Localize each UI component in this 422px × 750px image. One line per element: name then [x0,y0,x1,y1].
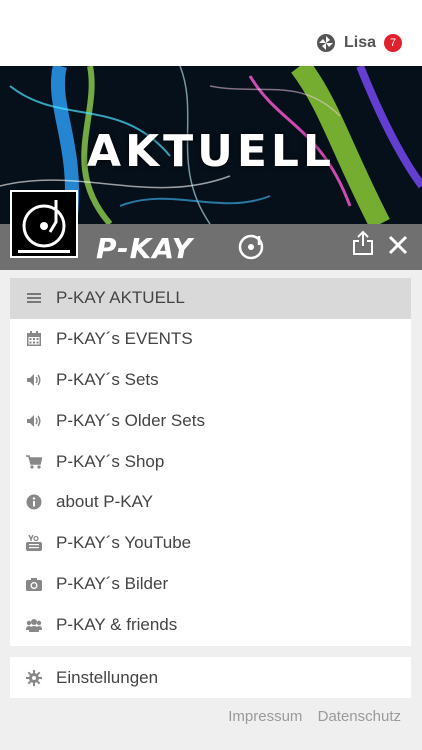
speaker-icon [26,372,42,388]
menu-item-events[interactable]: P-KAY´s EVENTS [10,319,411,360]
menu-item-about[interactable]: about P-KAY [10,482,411,523]
footer-links: Impressum Datenschutz [217,708,401,725]
info-icon [26,494,42,510]
hero-title: AKTUELL [86,126,336,177]
menu-item-label: P-KAY´s EVENTS [56,329,193,349]
group-icon [26,617,42,633]
menu-item-label: P-KAY´s Sets [56,369,159,389]
menu-item-friends[interactable]: P-KAY & friends [10,604,411,645]
brand-mark-icon [238,234,264,260]
brand-name: P-KAY [96,232,194,265]
menu-item-older-sets[interactable]: P-KAY´s Older Sets [10,400,411,441]
menu-item-label: about P-KAY [56,492,154,512]
camera-icon [26,576,42,592]
menu-item-label: P-KAY´s YouTube [56,533,192,553]
datenschutz-link[interactable]: Datenschutz [318,708,401,725]
user-menu[interactable]: Lisa 7 [316,33,402,53]
menu-item-label: P-KAY´s Older Sets [56,410,205,430]
swirl-logo-icon [316,34,335,52]
side-menu: P-KAY AKTUELL P-KAY´s EVENTS P-KAY´s Set… [10,278,411,646]
speaker-icon [26,413,42,429]
turntable-logo-icon [10,190,78,258]
user-name[interactable]: Lisa [344,34,376,52]
top-bar: Lisa 7 [0,0,422,66]
youtube-icon [26,535,42,552]
menu-item-shop[interactable]: P-KAY´s Shop [10,441,411,482]
impressum-link[interactable]: Impressum [228,708,302,725]
menu-item-label: P-KAY AKTUELL [56,288,185,308]
menu-item-sets[interactable]: P-KAY´s Sets [10,360,411,401]
menu-item-label: P-KAY´s Shop [56,451,165,471]
menu-item-label: P-KAY & friends [56,614,178,634]
close-icon[interactable] [388,235,408,255]
gear-icon [26,669,42,686]
settings-label: Einstellungen [56,667,159,687]
menu-item-youtube[interactable]: P-KAY´s YouTube [10,523,411,564]
menu-lines-icon [26,290,42,306]
menu-item-label: P-KAY´s Bilder [56,573,169,593]
menu-item-aktuell[interactable]: P-KAY AKTUELL [10,278,411,319]
notification-badge[interactable]: 7 [384,34,402,52]
cart-icon [26,454,42,470]
share-icon[interactable] [352,230,374,256]
settings-item[interactable]: Einstellungen [10,657,411,698]
menu-item-bilder[interactable]: P-KAY´s Bilder [10,564,411,605]
calendar-icon [26,331,42,347]
